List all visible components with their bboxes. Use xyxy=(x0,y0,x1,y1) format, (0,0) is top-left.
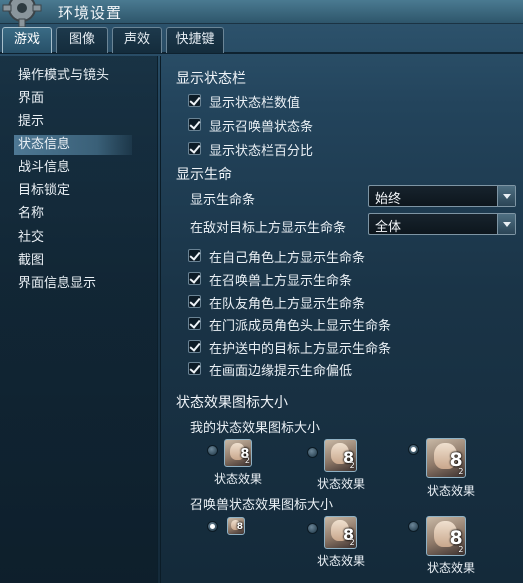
sidebar-item-ui-info-display[interactable]: 界面信息显示 xyxy=(18,274,136,294)
checkmark-icon[interactable] xyxy=(188,142,201,155)
icon-number: 8 xyxy=(236,522,244,533)
title-bar: 环境设置 xyxy=(0,0,523,28)
window-title: 环境设置 xyxy=(58,4,123,22)
above-enemy-health-label: 在敌对目标上方显示生命条 xyxy=(190,221,347,236)
checkmark-icon[interactable] xyxy=(188,317,201,330)
checkbox-label: 在召唤兽上方显示生命条 xyxy=(209,274,353,289)
checkbox-label: 显示召唤兽状态条 xyxy=(209,120,314,135)
sidebar-item-combat-info[interactable]: 战斗信息 xyxy=(18,158,136,178)
chevron-down-icon[interactable] xyxy=(497,186,515,206)
dropdown-value: 全体 xyxy=(375,220,402,235)
checkmark-icon[interactable] xyxy=(188,272,201,285)
summon-icon-size-medium-radio[interactable] xyxy=(307,523,318,534)
status-effect-portrait-icon: 8 2 xyxy=(426,438,466,478)
status-effect-portrait-icon: 8 2 xyxy=(426,516,466,556)
checkbox-label: 在门派成员角色头上显示生命条 xyxy=(209,319,392,334)
status-effect-label: 状态效果 xyxy=(427,484,476,498)
summon-icon-size-label: 召唤兽状态效果图标大小 xyxy=(190,498,334,513)
show-health-bar-label: 显示生命条 xyxy=(190,193,256,208)
dropdown-value: 始终 xyxy=(375,192,402,207)
checkmark-icon[interactable] xyxy=(188,340,201,353)
status-effect-portrait-icon: 8 2 xyxy=(324,439,357,472)
icon-size-header: 状态效果图标大小 xyxy=(176,395,288,411)
status-effect-label: 状态效果 xyxy=(427,561,476,575)
checkbox-label: 显示状态栏数值 xyxy=(209,96,301,111)
status-effect-label: 状态效果 xyxy=(317,477,366,491)
checkmark-icon[interactable] xyxy=(188,118,201,131)
show-health-bar-dropdown[interactable]: 始终 xyxy=(368,185,516,207)
tab-game[interactable]: 游戏 xyxy=(2,27,52,53)
status-effect-portrait-icon: 8 xyxy=(227,517,245,535)
checkmark-icon[interactable] xyxy=(188,249,201,262)
status-effect-portrait-icon: 8 2 xyxy=(324,516,357,549)
sidebar-item-interface[interactable]: 界面 xyxy=(18,89,136,109)
tab-graphics[interactable]: 图像 xyxy=(56,27,108,53)
summon-icon-size-large-radio[interactable] xyxy=(408,521,419,532)
checkmark-icon[interactable] xyxy=(188,362,201,375)
sidebar-item-social[interactable]: 社交 xyxy=(18,228,136,248)
my-icon-size-label: 我的状态效果图标大小 xyxy=(190,421,321,436)
checkmark-icon[interactable] xyxy=(188,295,201,308)
status-effect-label: 状态效果 xyxy=(317,554,366,568)
sidebar-divider xyxy=(160,56,161,583)
my-icon-size-medium-radio[interactable] xyxy=(307,447,318,458)
tab-sound[interactable]: 声效 xyxy=(112,27,162,53)
my-icon-size-large-radio[interactable] xyxy=(408,444,419,455)
sidebar-item-control-camera[interactable]: 操作模式与镜头 xyxy=(18,66,136,86)
checkmark-icon[interactable] xyxy=(188,94,201,107)
tab-bar: 游戏 图像 声效 快捷键 xyxy=(0,24,523,54)
icon-sub: 2 xyxy=(349,461,355,471)
icon-sub: 2 xyxy=(458,467,464,477)
status-bar-header: 显示状态栏 xyxy=(176,71,246,87)
icon-sub: 2 xyxy=(244,456,250,466)
checkbox-label: 在队友角色上方显示生命条 xyxy=(209,297,366,312)
checkbox-label: 在自己角色上方显示生命条 xyxy=(209,251,366,266)
sidebar-item-status-info[interactable]: 状态信息 xyxy=(14,135,132,155)
sidebar-item-target-lock[interactable]: 目标锁定 xyxy=(18,181,136,201)
sidebar-item-tips[interactable]: 提示 xyxy=(18,112,136,132)
summon-icon-size-small-radio[interactable] xyxy=(207,521,218,532)
my-icon-size-small-radio[interactable] xyxy=(207,445,218,456)
sidebar-item-names[interactable]: 名称 xyxy=(18,204,136,224)
icon-sub: 2 xyxy=(349,538,355,548)
above-enemy-health-dropdown[interactable]: 全体 xyxy=(368,213,516,235)
tab-hotkeys[interactable]: 快捷键 xyxy=(166,27,224,53)
chevron-down-icon[interactable] xyxy=(497,214,515,234)
status-effect-label: 状态效果 xyxy=(214,472,263,486)
checkbox-label: 在护送中的目标上方显示生命条 xyxy=(209,342,392,357)
status-effect-portrait-icon: 8 2 xyxy=(224,439,252,467)
sidebar-item-screenshot[interactable]: 截图 xyxy=(18,251,136,271)
checkbox-label: 显示状态栏百分比 xyxy=(209,144,314,159)
checkbox-label: 在画面边缘提示生命偏低 xyxy=(209,364,353,379)
health-header: 显示生命 xyxy=(176,167,232,183)
icon-sub: 2 xyxy=(458,545,464,555)
